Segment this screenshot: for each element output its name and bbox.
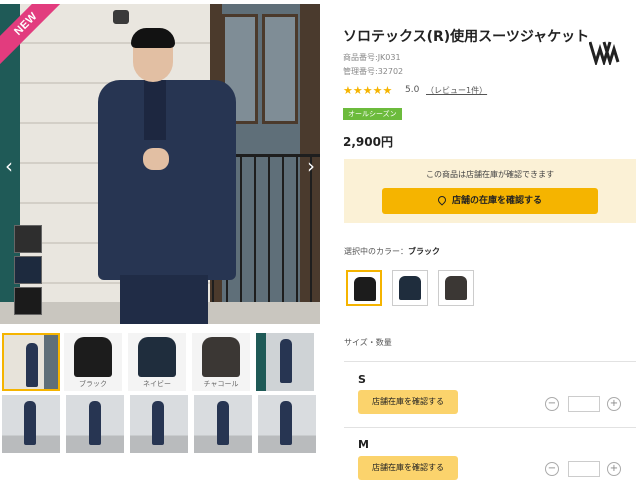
check-store-stock-button[interactable]: 店舗の在庫を確認する <box>382 188 598 214</box>
thumbnail-charcoal[interactable]: チャコール <box>192 333 250 391</box>
size-m-minus-icon[interactable]: − <box>545 462 559 476</box>
product-price: 2,900円 <box>343 135 393 149</box>
store-stock-box: この商品は店舗在庫が確認できます 店舗の在庫を確認する <box>344 159 636 223</box>
thumbnail-caption: チャコール <box>203 380 239 388</box>
review-link[interactable]: （レビュー1件） <box>426 85 487 96</box>
location-pin-icon <box>436 194 448 206</box>
color-option-black[interactable] <box>346 270 382 306</box>
thumbnail-look-1[interactable] <box>2 395 60 453</box>
size-m-plus-icon[interactable]: + <box>607 462 621 476</box>
size-s-plus-icon[interactable]: + <box>607 397 621 411</box>
model-hand <box>143 148 169 170</box>
thumbnail-look-5[interactable] <box>258 395 316 453</box>
chevron-left-icon[interactable]: ‹ <box>1 154 17 178</box>
thumbnail-caption: ブラック <box>79 380 107 388</box>
thumbnail-caption: ネイビー <box>143 380 171 388</box>
product-number: 商品番号:JK031 <box>343 53 401 62</box>
size-s-store-stock-button[interactable]: 店舗在庫を確認する <box>358 390 458 414</box>
selected-color-label: 選択中のカラー：ブラック <box>344 246 440 257</box>
divider <box>344 427 636 428</box>
shirt <box>144 80 166 140</box>
selected-color-value: ブラック <box>408 247 440 256</box>
thumbnail-black[interactable]: ブラック <box>64 333 122 391</box>
size-quantity-label: サイズ・数量 <box>344 338 392 347</box>
main-product-image[interactable]: NEW ‹ › <box>0 4 320 324</box>
thumbnail-look-2[interactable] <box>66 395 124 453</box>
size-name-m: M <box>358 438 369 451</box>
size-s-minus-icon[interactable]: − <box>545 397 559 411</box>
color-swatch-charcoal[interactable] <box>14 287 42 315</box>
color-label-prefix: 選択中のカラー： <box>344 247 408 256</box>
thumbnail-main[interactable] <box>2 333 60 391</box>
thumbnail-scene[interactable] <box>256 333 314 391</box>
divider <box>344 361 636 362</box>
model-hair <box>131 28 175 48</box>
management-number: 管理番号:32702 <box>343 67 404 76</box>
thumbnail-navy[interactable]: ネイビー <box>128 333 186 391</box>
size-name-s: S <box>358 373 366 386</box>
size-m-store-stock-button[interactable]: 店舗在庫を確認する <box>358 456 458 480</box>
store-stock-message: この商品は店舗在庫が確認できます <box>426 170 554 179</box>
product-title: ソロテックス(R)使用スーツジャケット <box>343 29 590 45</box>
chevron-right-icon[interactable]: › <box>303 154 319 178</box>
season-tag: オールシーズン <box>343 108 402 120</box>
trousers <box>120 275 208 324</box>
brand-logo-icon <box>589 41 620 65</box>
color-option-charcoal[interactable] <box>438 270 474 306</box>
thumbnail-look-4[interactable] <box>194 395 252 453</box>
model-figure <box>98 28 238 324</box>
color-swatch-navy[interactable] <box>14 256 42 284</box>
rating-stars-icon: ★★★★★ <box>343 84 393 97</box>
thumbnail-look-3[interactable] <box>130 395 188 453</box>
size-m-quantity-input[interactable] <box>568 461 600 477</box>
color-swatch-black[interactable] <box>14 225 42 253</box>
check-store-stock-label: 店舗の在庫を確認する <box>451 196 542 206</box>
rating-value: 5.0 <box>405 85 420 95</box>
size-s-quantity-input[interactable] <box>568 396 600 412</box>
wall-lamp <box>113 10 129 24</box>
color-option-navy[interactable] <box>392 270 428 306</box>
window-pane <box>262 14 298 124</box>
jacket <box>98 80 236 280</box>
